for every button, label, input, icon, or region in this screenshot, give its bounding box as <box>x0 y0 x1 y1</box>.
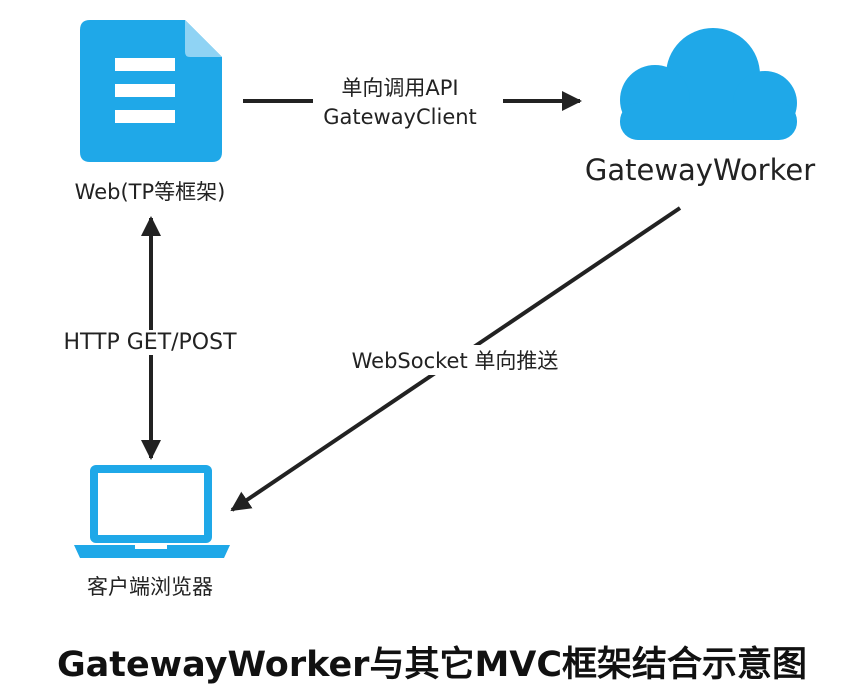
http-label: HTTP GET/POST <box>30 330 270 355</box>
diagram-caption: GatewayWorker与其它MVC框架结合示意图 <box>56 645 808 685</box>
laptop-icon <box>74 465 230 558</box>
websocket-label: WebSocket 单向推送 <box>300 345 610 375</box>
api-label-line2: GatewayClient <box>323 105 477 129</box>
web-label: Web(TP等框架) <box>74 180 226 204</box>
api-label-line1: 单向调用API <box>341 76 459 100</box>
browser-label: 客户端浏览器 <box>87 575 213 599</box>
gatewayworker-label: GatewayWorker <box>584 153 816 187</box>
cloud-icon <box>620 28 797 140</box>
document-icon <box>80 20 222 162</box>
